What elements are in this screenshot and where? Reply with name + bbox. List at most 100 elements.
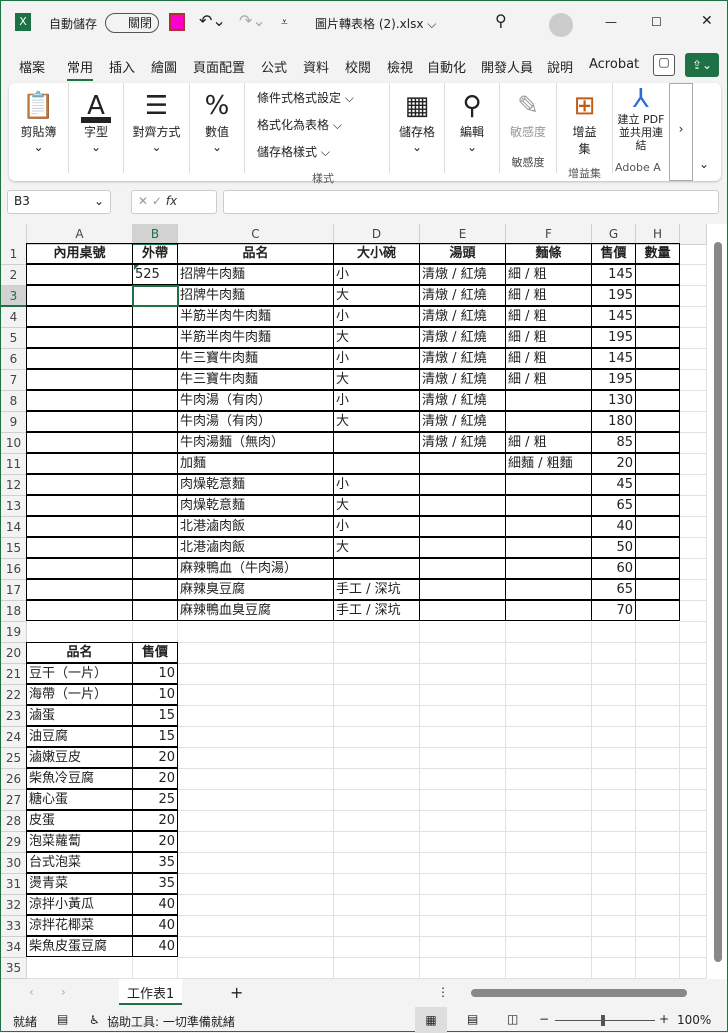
formula-input[interactable] (223, 190, 719, 214)
cell-B24[interactable]: 15 (132, 726, 178, 747)
cell-F31[interactable] (506, 874, 592, 895)
cell-D1[interactable]: 大小碗 (333, 243, 420, 264)
cell-blank-29[interactable] (680, 832, 707, 853)
cell-blank-14[interactable] (680, 517, 707, 538)
cell-G30[interactable] (592, 853, 636, 874)
cell-C3[interactable]: 招牌牛肉麵 (177, 285, 334, 306)
row-header-15[interactable]: 15 (1, 538, 27, 559)
cell-G14[interactable]: 40 (591, 516, 636, 537)
cell-B7[interactable] (132, 369, 178, 390)
cell-D18[interactable]: 手工 / 深坑 (333, 600, 420, 621)
cell-F22[interactable] (506, 685, 592, 706)
cell-G9[interactable]: 180 (591, 411, 636, 432)
cell-blank-30[interactable] (680, 853, 707, 874)
row-header-26[interactable]: 26 (1, 769, 27, 790)
cancel-icon[interactable]: ✕ (138, 194, 148, 208)
cell-E17[interactable] (419, 579, 506, 600)
cell-C34[interactable] (178, 937, 334, 958)
cell-C1[interactable]: 品名 (177, 243, 334, 264)
cell-F34[interactable] (506, 937, 592, 958)
tab-3[interactable]: 繪圖 (151, 57, 177, 76)
cell-blank-13[interactable] (680, 496, 707, 517)
cell-H12[interactable] (635, 474, 680, 495)
row-header-33[interactable]: 33 (1, 916, 27, 937)
cell-G15[interactable]: 50 (591, 537, 636, 558)
cell-F30[interactable] (506, 853, 592, 874)
row-header-35[interactable]: 35 (1, 958, 27, 979)
cell-G5[interactable]: 195 (591, 327, 636, 348)
cell-H30[interactable] (636, 853, 680, 874)
cell-D34[interactable] (334, 937, 420, 958)
cell-H13[interactable] (635, 495, 680, 516)
cell-F16[interactable] (505, 558, 592, 579)
cell-D9[interactable]: 大 (333, 411, 420, 432)
zoom-level[interactable]: 100% (677, 1013, 711, 1027)
cell-F27[interactable] (506, 790, 592, 811)
cell-A28[interactable]: 皮蛋 (26, 810, 133, 831)
cell-E27[interactable] (420, 790, 506, 811)
ribbon-scroll-right[interactable]: › (669, 83, 693, 181)
cell-F32[interactable] (506, 895, 592, 916)
cell-A7[interactable] (26, 369, 133, 390)
cell-blank-21[interactable] (680, 664, 707, 685)
cell-D26[interactable] (334, 769, 420, 790)
cell-G11[interactable]: 20 (591, 453, 636, 474)
cell-H14[interactable] (635, 516, 680, 537)
cell-H24[interactable] (636, 727, 680, 748)
cell-blank-6[interactable] (680, 349, 707, 370)
cell-B8[interactable] (132, 390, 178, 411)
cell-A17[interactable] (26, 579, 133, 600)
spreadsheet-grid[interactable]: A B C D E F G H 1 內用桌號 外帶 品名 大小碗 湯頭 麵條 售價 數量 2 525 招牌牛肉麵小清燉… (1, 224, 707, 979)
cell-F7[interactable]: 細 / 粗 (505, 369, 592, 390)
cell-F21[interactable] (506, 664, 592, 685)
cell-A33[interactable]: 涼拌花椰菜 (26, 915, 133, 936)
cell-G31[interactable] (592, 874, 636, 895)
cell-H34[interactable] (636, 937, 680, 958)
cell-B32[interactable]: 40 (132, 894, 178, 915)
cell-F3[interactable]: 細 / 粗 (505, 285, 592, 306)
cell-E24[interactable] (420, 727, 506, 748)
cell-blank-16[interactable] (680, 559, 707, 580)
cell-A2[interactable] (26, 264, 133, 285)
cell-B19[interactable] (133, 622, 178, 643)
tab-2[interactable]: 插入 (109, 57, 135, 76)
cell-H21[interactable] (636, 664, 680, 685)
cell-B1[interactable]: 外帶 (132, 243, 178, 264)
cell-F11[interactable]: 細麵 / 粗麵 (505, 453, 592, 474)
cell-blank-5[interactable] (680, 328, 707, 349)
cell-D27[interactable] (334, 790, 420, 811)
sheet-tab-1[interactable]: 工作表1 (119, 979, 183, 1005)
cell-blank-35[interactable] (680, 958, 707, 979)
cell-A13[interactable] (26, 495, 133, 516)
cell-A22[interactable]: 海帶（一片） (26, 684, 133, 705)
normal-view-button[interactable]: ▦ (415, 1007, 447, 1033)
cell-D4[interactable]: 小 (333, 306, 420, 327)
cell-E23[interactable] (420, 706, 506, 727)
cell-A29[interactable]: 泡菜蘿蔔 (26, 831, 133, 852)
cell-blank-20[interactable] (680, 643, 707, 664)
row-header-2[interactable]: 2 (1, 265, 27, 286)
save-icon[interactable] (169, 13, 185, 31)
cell-H22[interactable] (636, 685, 680, 706)
cell-G4[interactable]: 145 (591, 306, 636, 327)
cell-E30[interactable] (420, 853, 506, 874)
tab-7[interactable]: 校閱 (345, 57, 371, 76)
cell-D14[interactable]: 小 (333, 516, 420, 537)
cell-E6[interactable]: 清燉 / 紅燒 (419, 348, 506, 369)
column-header-C[interactable]: C (178, 224, 334, 245)
row-header-5[interactable]: 5 (1, 328, 27, 349)
cell-H28[interactable] (636, 811, 680, 832)
cell-A26[interactable]: 柴魚冷豆腐 (26, 768, 133, 789)
cell-blank-27[interactable] (680, 790, 707, 811)
row-header-34[interactable]: 34 (1, 937, 27, 958)
cell-H15[interactable] (635, 537, 680, 558)
cell-blank-2[interactable] (680, 265, 707, 286)
number-button[interactable]: % 數值 ⌄ (190, 83, 245, 173)
cell-H16[interactable] (635, 558, 680, 579)
tab-0[interactable]: 檔案 (19, 57, 45, 76)
prev-sheet-icon[interactable]: ‹ (29, 985, 34, 999)
row-header-1[interactable]: 1 (1, 244, 27, 265)
cell-blank-12[interactable] (680, 475, 707, 496)
search-icon[interactable]: ⚲ (495, 11, 507, 30)
page-layout-view-button[interactable]: ▤ (467, 1012, 478, 1026)
